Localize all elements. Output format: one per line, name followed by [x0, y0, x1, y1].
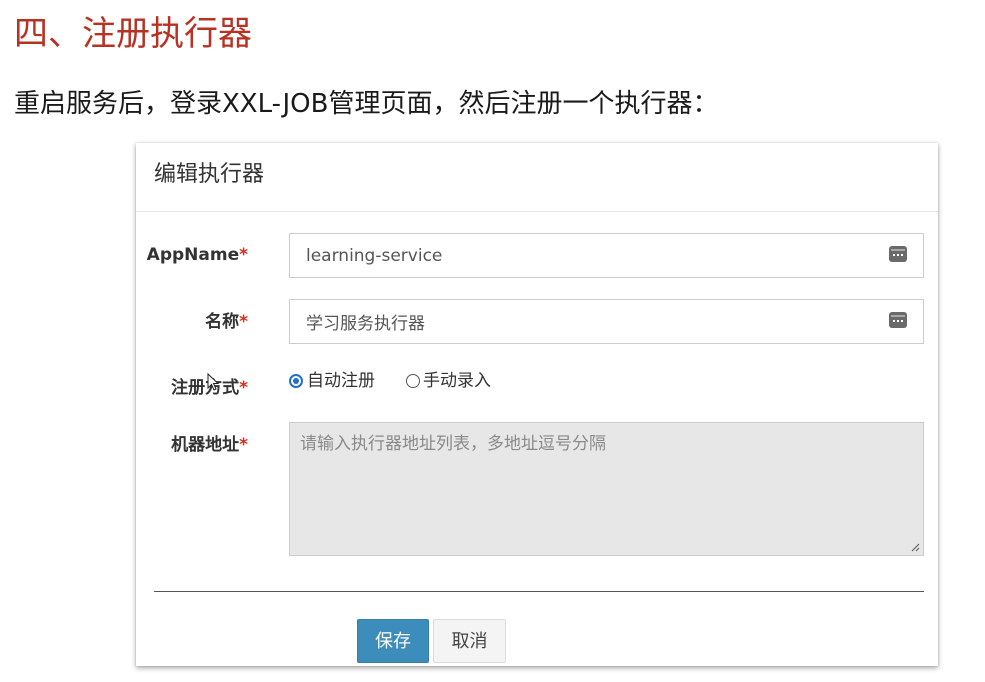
- keyboard-icon-dot: [893, 254, 895, 256]
- keyboard-icon-dot: [893, 320, 895, 322]
- name-input[interactable]: [290, 300, 850, 343]
- resize-grip-icon[interactable]: [911, 543, 920, 552]
- radio-manual-entry[interactable]: [406, 374, 420, 388]
- keyboard-icon-dot: [897, 254, 899, 256]
- name-label-text: 名称: [205, 312, 240, 332]
- radio-auto-register[interactable]: [289, 374, 303, 388]
- appname-input[interactable]: [290, 234, 850, 277]
- register-type-label: 注册方式*: [136, 376, 248, 400]
- required-mark: *: [239, 312, 248, 332]
- keyboard-icon-dot: [901, 320, 903, 322]
- name-label: 名称*: [136, 310, 248, 334]
- radio-manual-entry-label[interactable]: 手动录入: [423, 369, 491, 393]
- modal-header: 编辑执行器: [136, 143, 938, 212]
- appname-field[interactable]: [289, 233, 924, 278]
- radio-auto-register-label[interactable]: 自动注册: [307, 369, 375, 393]
- name-field[interactable]: [289, 299, 924, 344]
- mouse-cursor-icon: [207, 373, 219, 391]
- modal-title: 编辑执行器: [154, 162, 265, 187]
- address-field[interactable]: [289, 422, 924, 556]
- appname-label-text: AppName: [146, 245, 240, 265]
- address-label: 机器地址*: [136, 433, 248, 457]
- footer-divider: [154, 591, 924, 592]
- cancel-button[interactable]: 取消: [433, 619, 506, 663]
- required-mark: *: [239, 435, 248, 455]
- section-title: 四、注册执行器: [14, 14, 252, 54]
- keyboard-icon[interactable]: [889, 246, 907, 262]
- intro-text: 重启服务后，登录XXL-JOB管理页面，然后注册一个执行器：: [14, 89, 719, 119]
- register-type-label-text: 注册方式: [171, 378, 240, 398]
- required-mark: *: [239, 245, 248, 265]
- keyboard-icon-dot: [901, 254, 903, 256]
- edit-executor-modal: 编辑执行器: [136, 143, 938, 666]
- keyboard-icon-dot: [897, 320, 899, 322]
- save-button[interactable]: 保存: [357, 619, 429, 663]
- appname-label: AppName*: [136, 243, 248, 267]
- address-label-text: 机器地址: [171, 435, 240, 455]
- keyboard-icon[interactable]: [889, 312, 907, 328]
- address-textarea[interactable]: [290, 423, 923, 555]
- required-mark: *: [239, 378, 248, 398]
